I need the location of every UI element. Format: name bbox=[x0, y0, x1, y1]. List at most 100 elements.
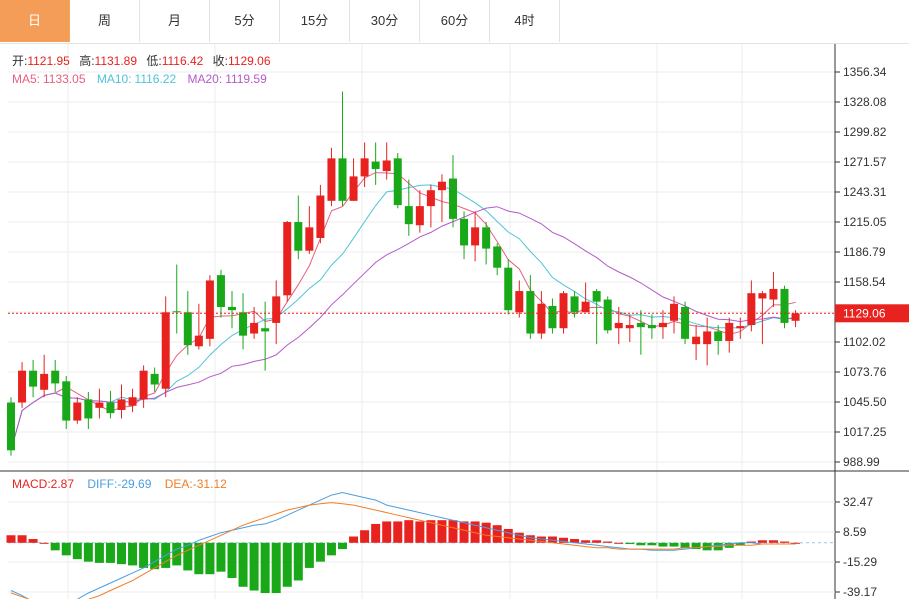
macd-bar bbox=[371, 523, 381, 543]
tab-2[interactable]: 月 bbox=[140, 0, 210, 42]
macd-bar bbox=[349, 536, 359, 543]
candlesticks bbox=[7, 91, 800, 456]
diff-value: -29.69 bbox=[117, 477, 151, 491]
price-axis: 1356.34 1328.08 1299.82 1271.57 1243.31 1215.… bbox=[8, 65, 909, 599]
macd-bar bbox=[481, 522, 491, 543]
macd-bar bbox=[105, 542, 115, 563]
macd-tick-label: -15.29 bbox=[843, 555, 877, 569]
macd-bar bbox=[382, 521, 392, 543]
candle-body bbox=[515, 291, 524, 313]
y-tick-label: 1045.50 bbox=[843, 395, 887, 409]
macd-bar bbox=[315, 542, 325, 562]
candle-body bbox=[40, 373, 49, 390]
y-tick-label: 1299.82 bbox=[843, 125, 887, 139]
macd-bar bbox=[216, 542, 226, 572]
ma20-value: 1119.59 bbox=[225, 72, 267, 86]
macd-bar bbox=[61, 542, 71, 556]
y-tick-label: 1073.76 bbox=[843, 365, 887, 379]
candle-body bbox=[393, 158, 402, 206]
tab-1[interactable]: 周 bbox=[70, 0, 140, 42]
macd-bar bbox=[503, 528, 513, 543]
macd-label: MACD: bbox=[12, 477, 51, 491]
macd-legend: MACD:2.87 DIFF:-29.69 DEA:-31.12 bbox=[12, 477, 227, 491]
candle-body bbox=[636, 322, 645, 328]
tab-0[interactable]: 日 bbox=[0, 0, 70, 42]
candle-body bbox=[62, 381, 71, 421]
macd-bar bbox=[415, 521, 425, 543]
tab-6[interactable]: 60分 bbox=[420, 0, 490, 42]
ma20-line bbox=[10, 206, 796, 451]
candle-body bbox=[526, 291, 535, 334]
candle-body bbox=[559, 293, 568, 329]
close-value: 1129.06 bbox=[228, 54, 271, 68]
macd-bar bbox=[282, 542, 292, 587]
macd-bar bbox=[39, 542, 49, 544]
y-tick-label: 1158.54 bbox=[843, 275, 886, 289]
low-value: 1116.42 bbox=[162, 54, 204, 68]
macd-panel bbox=[6, 491, 801, 599]
tab-7[interactable]: 4时 bbox=[490, 0, 560, 42]
macd-bar bbox=[326, 542, 336, 556]
candle-body bbox=[592, 291, 601, 302]
macd-tick-label: 8.59 bbox=[843, 525, 867, 539]
candle-body bbox=[426, 190, 435, 207]
candle-body bbox=[18, 370, 27, 403]
candle-body bbox=[128, 397, 137, 406]
candle-body bbox=[294, 222, 303, 251]
candle-body bbox=[228, 306, 236, 311]
candle-body bbox=[747, 293, 756, 326]
high-value: 1131.89 bbox=[95, 54, 138, 68]
y-tick-label: 1243.31 bbox=[843, 185, 887, 199]
candle-body bbox=[150, 373, 159, 385]
tab-5[interactable]: 30分 bbox=[350, 0, 420, 42]
macd-bar bbox=[780, 541, 789, 543]
macd-bar bbox=[658, 542, 668, 547]
macd-tick-label: 32.47 bbox=[843, 495, 873, 509]
ma5-label: MA5: bbox=[12, 72, 40, 86]
high-label: 高: bbox=[79, 53, 94, 68]
tab-4[interactable]: 15分 bbox=[280, 0, 350, 42]
macd-bar bbox=[117, 542, 126, 565]
macd-bar bbox=[459, 521, 469, 543]
y-tick-label: 1271.57 bbox=[843, 155, 887, 169]
y-tick-label: 1328.08 bbox=[843, 95, 887, 109]
macd-bar bbox=[338, 542, 347, 550]
macd-bar bbox=[50, 542, 60, 551]
macd-bar bbox=[669, 542, 679, 547]
candle-body bbox=[647, 325, 656, 329]
macd-bar bbox=[757, 540, 767, 543]
ma5-value: 1133.05 bbox=[43, 72, 86, 86]
candle-body bbox=[758, 293, 767, 299]
macd-bar bbox=[260, 542, 270, 594]
macd-bar bbox=[238, 542, 248, 587]
candle-body bbox=[360, 158, 369, 177]
candle-body bbox=[714, 331, 723, 341]
ohlc-legend: 开:1121.95 高:1131.89 低:1116.42 收:1129.06 bbox=[12, 53, 271, 68]
candle-body bbox=[415, 206, 424, 226]
candle-body bbox=[614, 322, 623, 329]
info-legend: 开:1121.95 高:1131.89 低:1116.42 收:1129.06 … bbox=[12, 53, 271, 491]
candle-body bbox=[725, 322, 734, 341]
macd-bar bbox=[525, 535, 535, 543]
candle-body bbox=[537, 303, 546, 334]
candle-body bbox=[780, 288, 789, 323]
macd-bar bbox=[393, 521, 403, 543]
macd-bar bbox=[28, 539, 38, 543]
candle-body bbox=[382, 160, 391, 172]
macd-bar bbox=[128, 542, 138, 566]
y-tick-label: 1017.25 bbox=[843, 425, 887, 439]
macd-bar bbox=[680, 542, 690, 548]
candle-body bbox=[338, 158, 347, 201]
low-label: 低: bbox=[146, 54, 161, 68]
candle-body bbox=[327, 158, 336, 201]
candle-body bbox=[29, 370, 38, 387]
candle-body bbox=[261, 328, 270, 332]
tab-3[interactable]: 5分 bbox=[210, 0, 280, 42]
y-tick-label: 1215.05 bbox=[843, 215, 887, 229]
macd-bar bbox=[139, 542, 149, 568]
macd-bar bbox=[647, 542, 657, 546]
candle-body bbox=[194, 335, 203, 347]
macd-bar bbox=[492, 525, 502, 543]
candle-body bbox=[681, 306, 690, 339]
macd-bar bbox=[636, 542, 646, 546]
